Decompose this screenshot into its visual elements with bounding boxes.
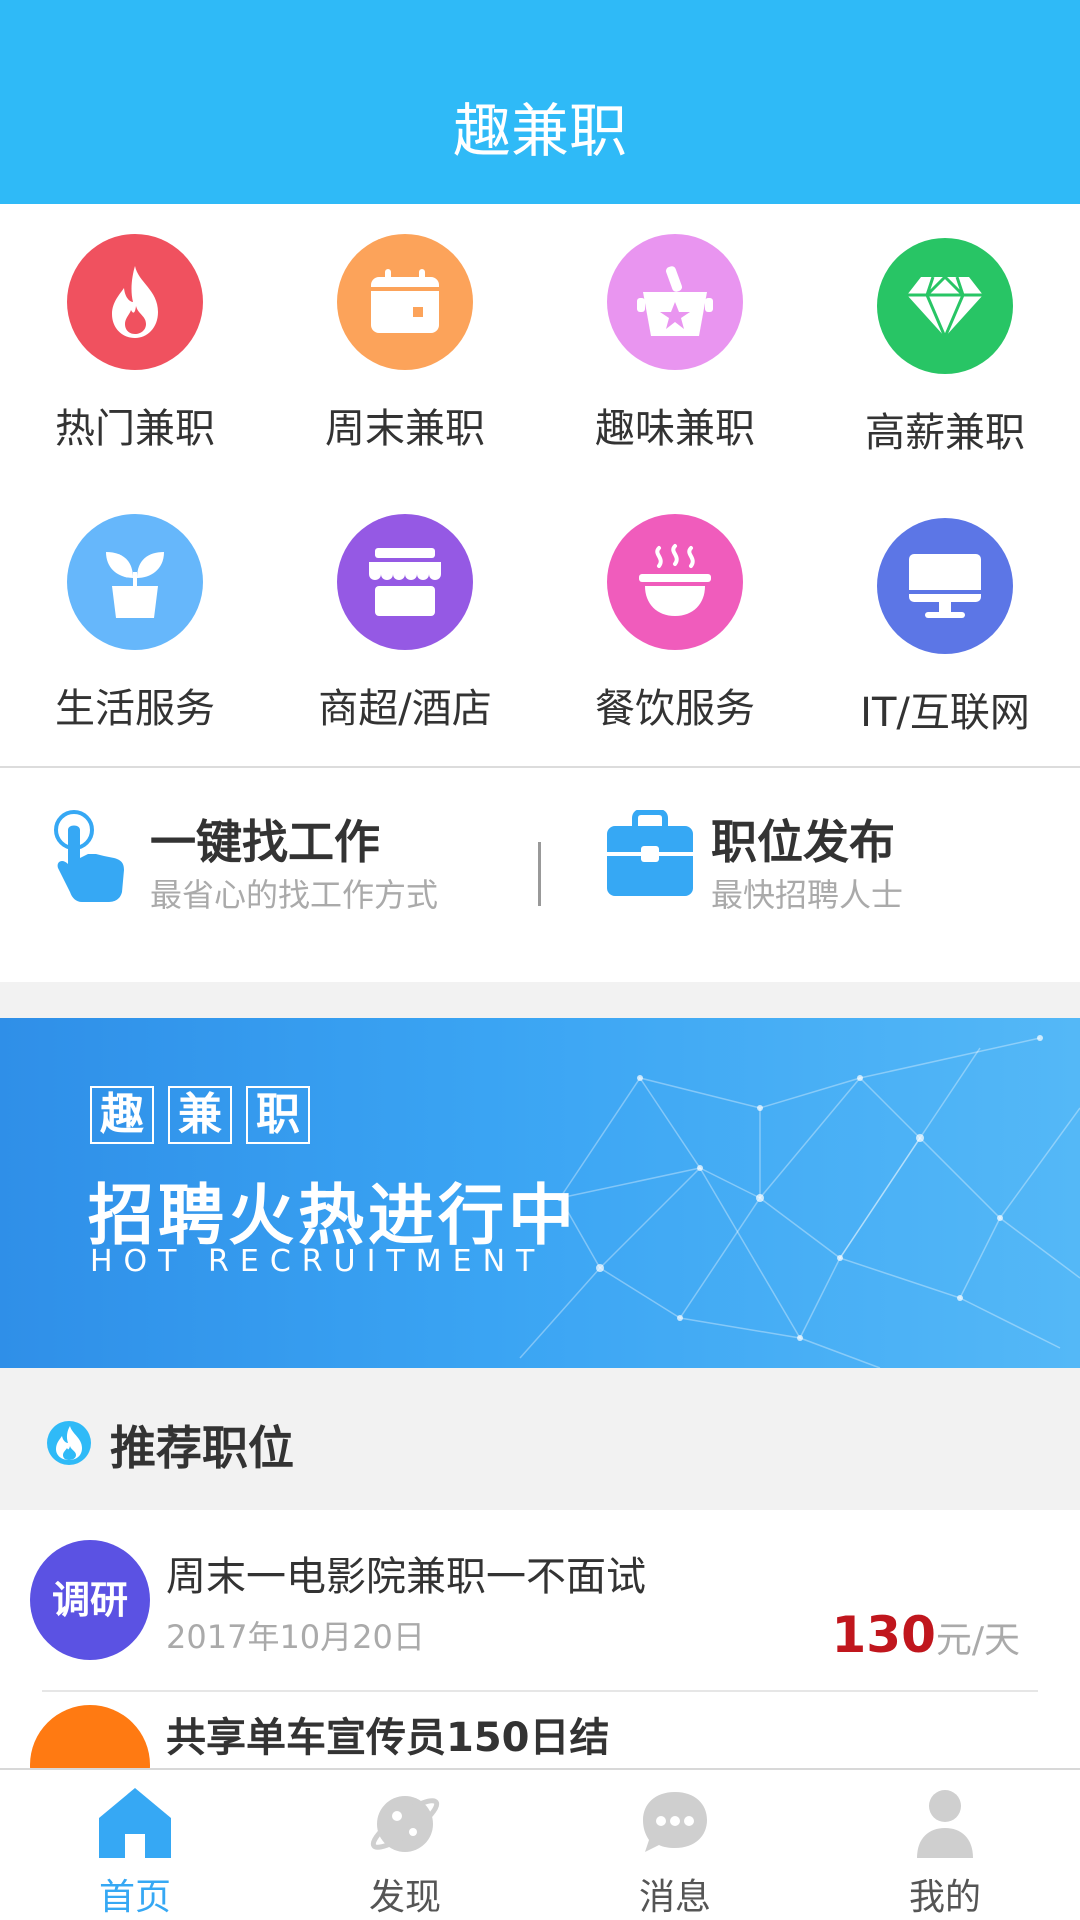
tab-label: 首页: [98, 1877, 171, 1918]
category-label: 生活服务: [55, 686, 215, 732]
job-pay-amount: 130: [831, 1606, 936, 1664]
category-label: IT/互联网: [860, 690, 1030, 736]
tab-discover[interactable]: 发现: [270, 1770, 540, 1920]
category-high-pay[interactable]: 高薪兼职: [810, 238, 1080, 458]
job-title: 周末一电影院兼职一不面试: [166, 1554, 646, 1600]
job-avatar: 调研: [30, 1540, 150, 1660]
job-avatar: [30, 1705, 150, 1768]
job-title: 共享单车宣传员150日结: [166, 1715, 610, 1761]
list-item[interactable]: 共享单车宣传员150日结: [0, 1691, 1080, 1768]
banner-logo-char: 趣: [90, 1086, 154, 1144]
category-label: 周末兼职: [325, 406, 485, 452]
find-job-button[interactable]: 一键找工作 最省心的找工作方式: [0, 768, 538, 982]
category-grid: 热门兼职 周末兼职 趣味兼职 高薪兼职 生活服务 商超/酒店 餐饮服务 IT/互…: [0, 204, 1080, 766]
tab-label: 我的: [908, 1877, 981, 1918]
category-fun[interactable]: 趣味兼职: [540, 234, 810, 454]
flame-icon: [47, 1421, 91, 1465]
post-job-button[interactable]: 职位发布 最快招聘人士: [541, 768, 1080, 982]
job-pay: 130元/天: [831, 1606, 1020, 1664]
job-date: 2017年10月20日: [166, 1618, 425, 1656]
tab-messages[interactable]: 消息: [540, 1770, 810, 1920]
section-title: 推荐职位: [110, 1421, 294, 1475]
banner-logo: 趣 兼 职: [90, 1086, 310, 1144]
job-list: 调研 周末一电影院兼职一不面试 2017年10月20日 130元/天 共享单车宣…: [0, 1510, 1080, 1768]
flame-icon: [67, 234, 203, 370]
message-icon: [643, 1792, 707, 1852]
list-item[interactable]: 调研 周末一电影院兼职一不面试 2017年10月20日 130元/天: [0, 1510, 1080, 1692]
post-job-subtitle: 最快招聘人士: [711, 876, 904, 914]
category-label: 高薪兼职: [865, 410, 1025, 456]
find-job-title: 一键找工作: [150, 815, 380, 869]
category-label: 热门兼职: [55, 406, 215, 452]
banner-logo-char: 职: [246, 1086, 310, 1144]
briefcase-icon: [607, 810, 693, 896]
category-hot[interactable]: 热门兼职: [0, 234, 270, 454]
tab-label: 消息: [638, 1877, 711, 1918]
tap-hand-icon: [54, 810, 124, 902]
recommended-section-header: 推荐职位: [0, 1368, 1080, 1510]
calendar-icon: [337, 234, 473, 370]
section-gap: [0, 982, 1080, 1018]
home-icon: [99, 1788, 171, 1858]
category-weekend[interactable]: 周末兼职: [270, 234, 540, 454]
category-label: 餐饮服务: [595, 686, 755, 732]
diamond-icon: [877, 238, 1013, 374]
store-icon: [337, 514, 473, 650]
hot-bowl-icon: [607, 514, 743, 650]
bottom-tab-bar: 首页 发现 消息 我的: [0, 1768, 1080, 1920]
tab-label: 发现: [368, 1877, 441, 1918]
category-catering[interactable]: 餐饮服务: [540, 514, 810, 734]
divider: [538, 842, 541, 906]
recruitment-banner[interactable]: 趣 兼 职 招聘火热进行中 HOT RECRUITMENT: [0, 1018, 1080, 1368]
tab-home[interactable]: 首页: [0, 1770, 270, 1920]
tab-profile[interactable]: 我的: [810, 1770, 1080, 1920]
category-store-hotel[interactable]: 商超/酒店: [270, 514, 540, 734]
app-header: 趣兼职: [0, 0, 1080, 204]
category-it-internet[interactable]: IT/互联网: [810, 518, 1080, 738]
plant-pot-icon: [67, 514, 203, 650]
monitor-icon: [877, 518, 1013, 654]
post-job-title: 职位发布: [711, 815, 895, 869]
banner-logo-char: 兼: [168, 1086, 232, 1144]
user-icon: [917, 1790, 973, 1858]
category-label: 商超/酒店: [318, 686, 492, 732]
job-pay-unit: 元/天: [935, 1620, 1020, 1661]
ice-bucket-icon: [607, 234, 743, 370]
banner-subtitle: HOT RECRUITMENT: [90, 1244, 546, 1279]
category-label: 趣味兼职: [595, 406, 755, 452]
find-job-subtitle: 最省心的找工作方式: [150, 876, 439, 914]
discover-icon: [370, 1796, 440, 1852]
page-title: 趣兼职: [452, 97, 627, 165]
category-life-service[interactable]: 生活服务: [0, 514, 270, 734]
